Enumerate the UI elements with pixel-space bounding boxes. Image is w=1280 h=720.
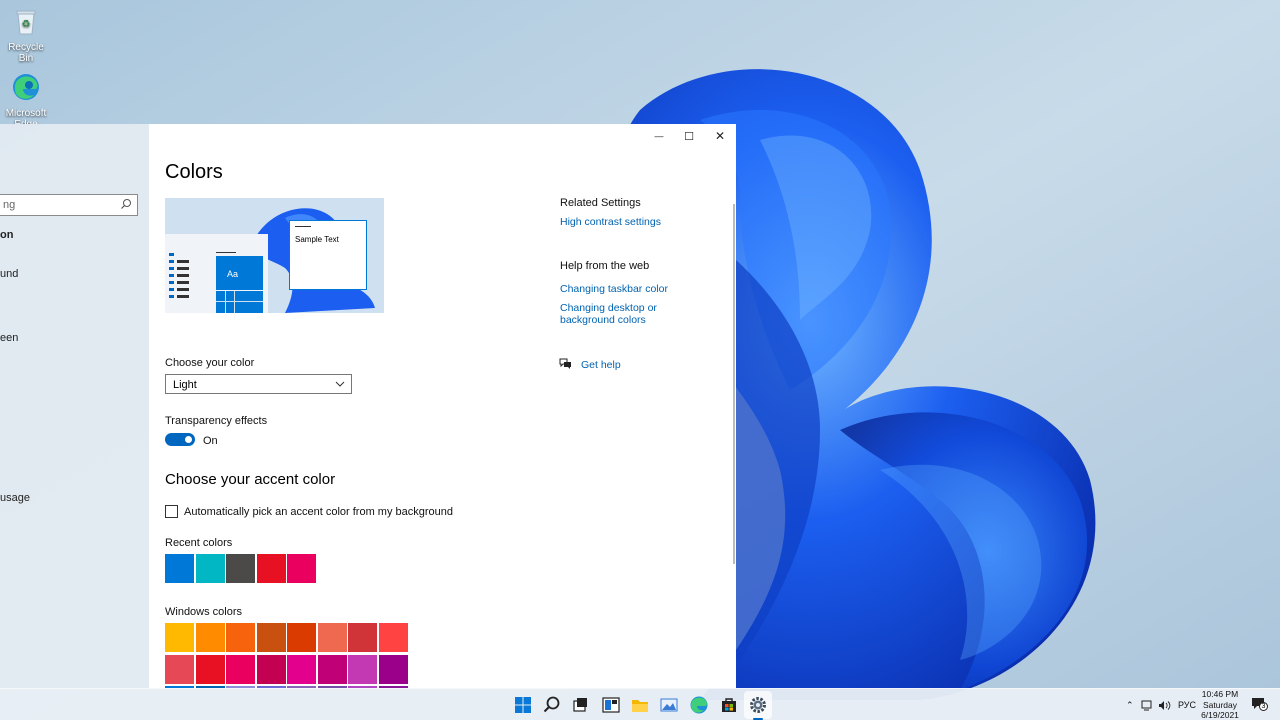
recent-color-swatch[interactable] <box>195 554 225 583</box>
auto-accent-checkbox[interactable] <box>165 505 178 518</box>
theme-preview: Aa Sample Text <box>165 198 384 313</box>
minimize-button[interactable]: — <box>644 126 674 146</box>
preview-sample-text: Sample Text <box>295 235 339 244</box>
window-scrollbar[interactable] <box>733 204 735 564</box>
sidebar-item-personalization-heading: on <box>0 229 14 241</box>
recent-color-swatch[interactable] <box>256 554 286 583</box>
store-icon[interactable] <box>719 695 739 715</box>
edge-label: Microsoft <box>5 108 47 119</box>
windows-color-swatch[interactable] <box>256 623 286 652</box>
search-input[interactable] <box>3 196 113 214</box>
system-tray: ⌃ РУС <box>1126 689 1196 720</box>
accent-color-title: Choose your accent color <box>165 471 336 488</box>
notification-count: 3 <box>1261 703 1266 710</box>
edge-taskbar-icon[interactable] <box>689 695 709 715</box>
clock-day: Saturday <box>1202 699 1238 710</box>
get-help-icon <box>559 358 571 369</box>
page-title: Colors <box>165 161 223 183</box>
recent-color-swatch[interactable] <box>287 554 316 583</box>
toggle-knob <box>185 436 192 443</box>
file-explorer-icon[interactable] <box>630 695 650 715</box>
clock-date: 6/19/2021 <box>1201 710 1239 720</box>
minimize-icon: — <box>654 131 664 141</box>
maximize-icon: ☐ <box>684 130 694 143</box>
notification-center-button[interactable]: 3 <box>1251 697 1269 713</box>
settings-sidebar: on und een usage <box>0 124 149 688</box>
windows-color-swatch[interactable] <box>256 654 286 684</box>
search-icon[interactable] <box>542 695 562 715</box>
maximize-button[interactable]: ☐ <box>674 126 704 146</box>
desktop-icon-recycle-bin[interactable]: ♻ Recycle Bin <box>0 6 52 64</box>
settings-gear-icon[interactable] <box>748 695 768 715</box>
windows-color-swatch[interactable] <box>226 654 255 684</box>
high-contrast-link[interactable]: High contrast settings <box>560 216 661 228</box>
windows-color-swatch[interactable] <box>287 623 316 652</box>
preview-list <box>169 253 189 313</box>
windows-color-swatch[interactable] <box>226 623 255 652</box>
close-icon: ✕ <box>714 129 726 143</box>
sidebar-item-background[interactable]: und <box>0 268 18 280</box>
volume-icon[interactable] <box>1158 700 1171 711</box>
start-icon[interactable] <box>513 695 533 715</box>
widgets-icon[interactable] <box>601 695 621 715</box>
windows-color-swatch[interactable] <box>317 654 347 684</box>
preview-tile-large <box>216 256 263 290</box>
close-button[interactable]: ✕ <box>705 126 735 146</box>
preview-window: Sample Text <box>289 220 367 290</box>
windows-color-swatch[interactable] <box>348 623 377 652</box>
windows-color-swatch[interactable] <box>195 623 225 652</box>
windows-color-swatch[interactable] <box>287 654 316 684</box>
recent-color-swatch[interactable] <box>226 554 255 583</box>
clock-time: 10:46 PM <box>1201 689 1239 699</box>
settings-window: — ☐ ✕ Colors Aa Sample Text Choose your … <box>149 124 736 688</box>
recycle-bin-icon: ♻ <box>16 10 36 35</box>
preview-tile-text: Aa <box>227 269 239 279</box>
chevron-up-icon[interactable]: ⌃ <box>1126 700 1138 711</box>
taskbar-color-link[interactable]: Changing taskbar color <box>560 283 668 295</box>
desktop-background-colors-link[interactable]: Changing desktop or background colors <box>560 302 710 326</box>
taskbar-clock[interactable]: 10:46 PM Saturday 6/19/2021 <box>1196 689 1244 720</box>
photos-icon[interactable] <box>659 695 679 715</box>
preview-header-line <box>216 252 236 253</box>
windows-colors-label: Windows colors <box>165 606 243 618</box>
auto-accent-label[interactable]: Automatically pick an accent color from … <box>184 506 453 518</box>
choose-color-label: Choose your color <box>165 357 255 369</box>
sidebar-item-lock-screen[interactable]: een <box>0 332 18 344</box>
language-indicator[interactable]: РУС <box>1178 700 1196 710</box>
choose-color-dropdown[interactable]: Light <box>165 374 352 394</box>
task-view-icon[interactable] <box>570 695 590 715</box>
windows-color-swatch[interactable] <box>348 654 377 684</box>
windows-color-swatch[interactable] <box>378 623 408 652</box>
transparency-toggle[interactable] <box>165 433 195 446</box>
transparency-label: Transparency effects <box>165 415 268 427</box>
settings-search-box[interactable] <box>0 194 138 216</box>
search-icon[interactable] <box>120 198 132 210</box>
recycle-bin-label: Recycle Bin <box>8 42 44 64</box>
chevron-down-icon <box>335 381 345 387</box>
recent-colors-label: Recent colors <box>165 537 233 549</box>
preview-tile-grid <box>216 291 263 313</box>
desktop-icon-edge[interactable]: Microsoft Edge <box>0 72 52 125</box>
windows-color-swatch[interactable] <box>378 654 408 684</box>
transparency-state: On <box>203 435 218 447</box>
network-icon[interactable] <box>1141 700 1154 711</box>
choose-color-value: Light <box>173 379 197 391</box>
notification-count-badge: 3 <box>1259 702 1268 711</box>
get-help-link[interactable]: Get help <box>581 359 621 371</box>
windows-color-swatch[interactable] <box>165 654 194 684</box>
windows-color-swatch[interactable] <box>195 654 225 684</box>
recent-color-swatch[interactable] <box>165 554 194 583</box>
taskbar: ⌃ РУС 10:46 PM Saturday 6/19/2021 3 <box>0 688 1280 720</box>
windows-color-swatch[interactable] <box>165 623 194 652</box>
svg-text:♻: ♻ <box>22 19 31 30</box>
sidebar-item-device-usage[interactable]: usage <box>0 492 30 504</box>
edge-icon <box>13 74 39 100</box>
help-from-web-heading: Help from the web <box>560 260 650 272</box>
related-settings-heading: Related Settings <box>560 197 641 209</box>
windows-color-swatch[interactable] <box>317 623 347 652</box>
